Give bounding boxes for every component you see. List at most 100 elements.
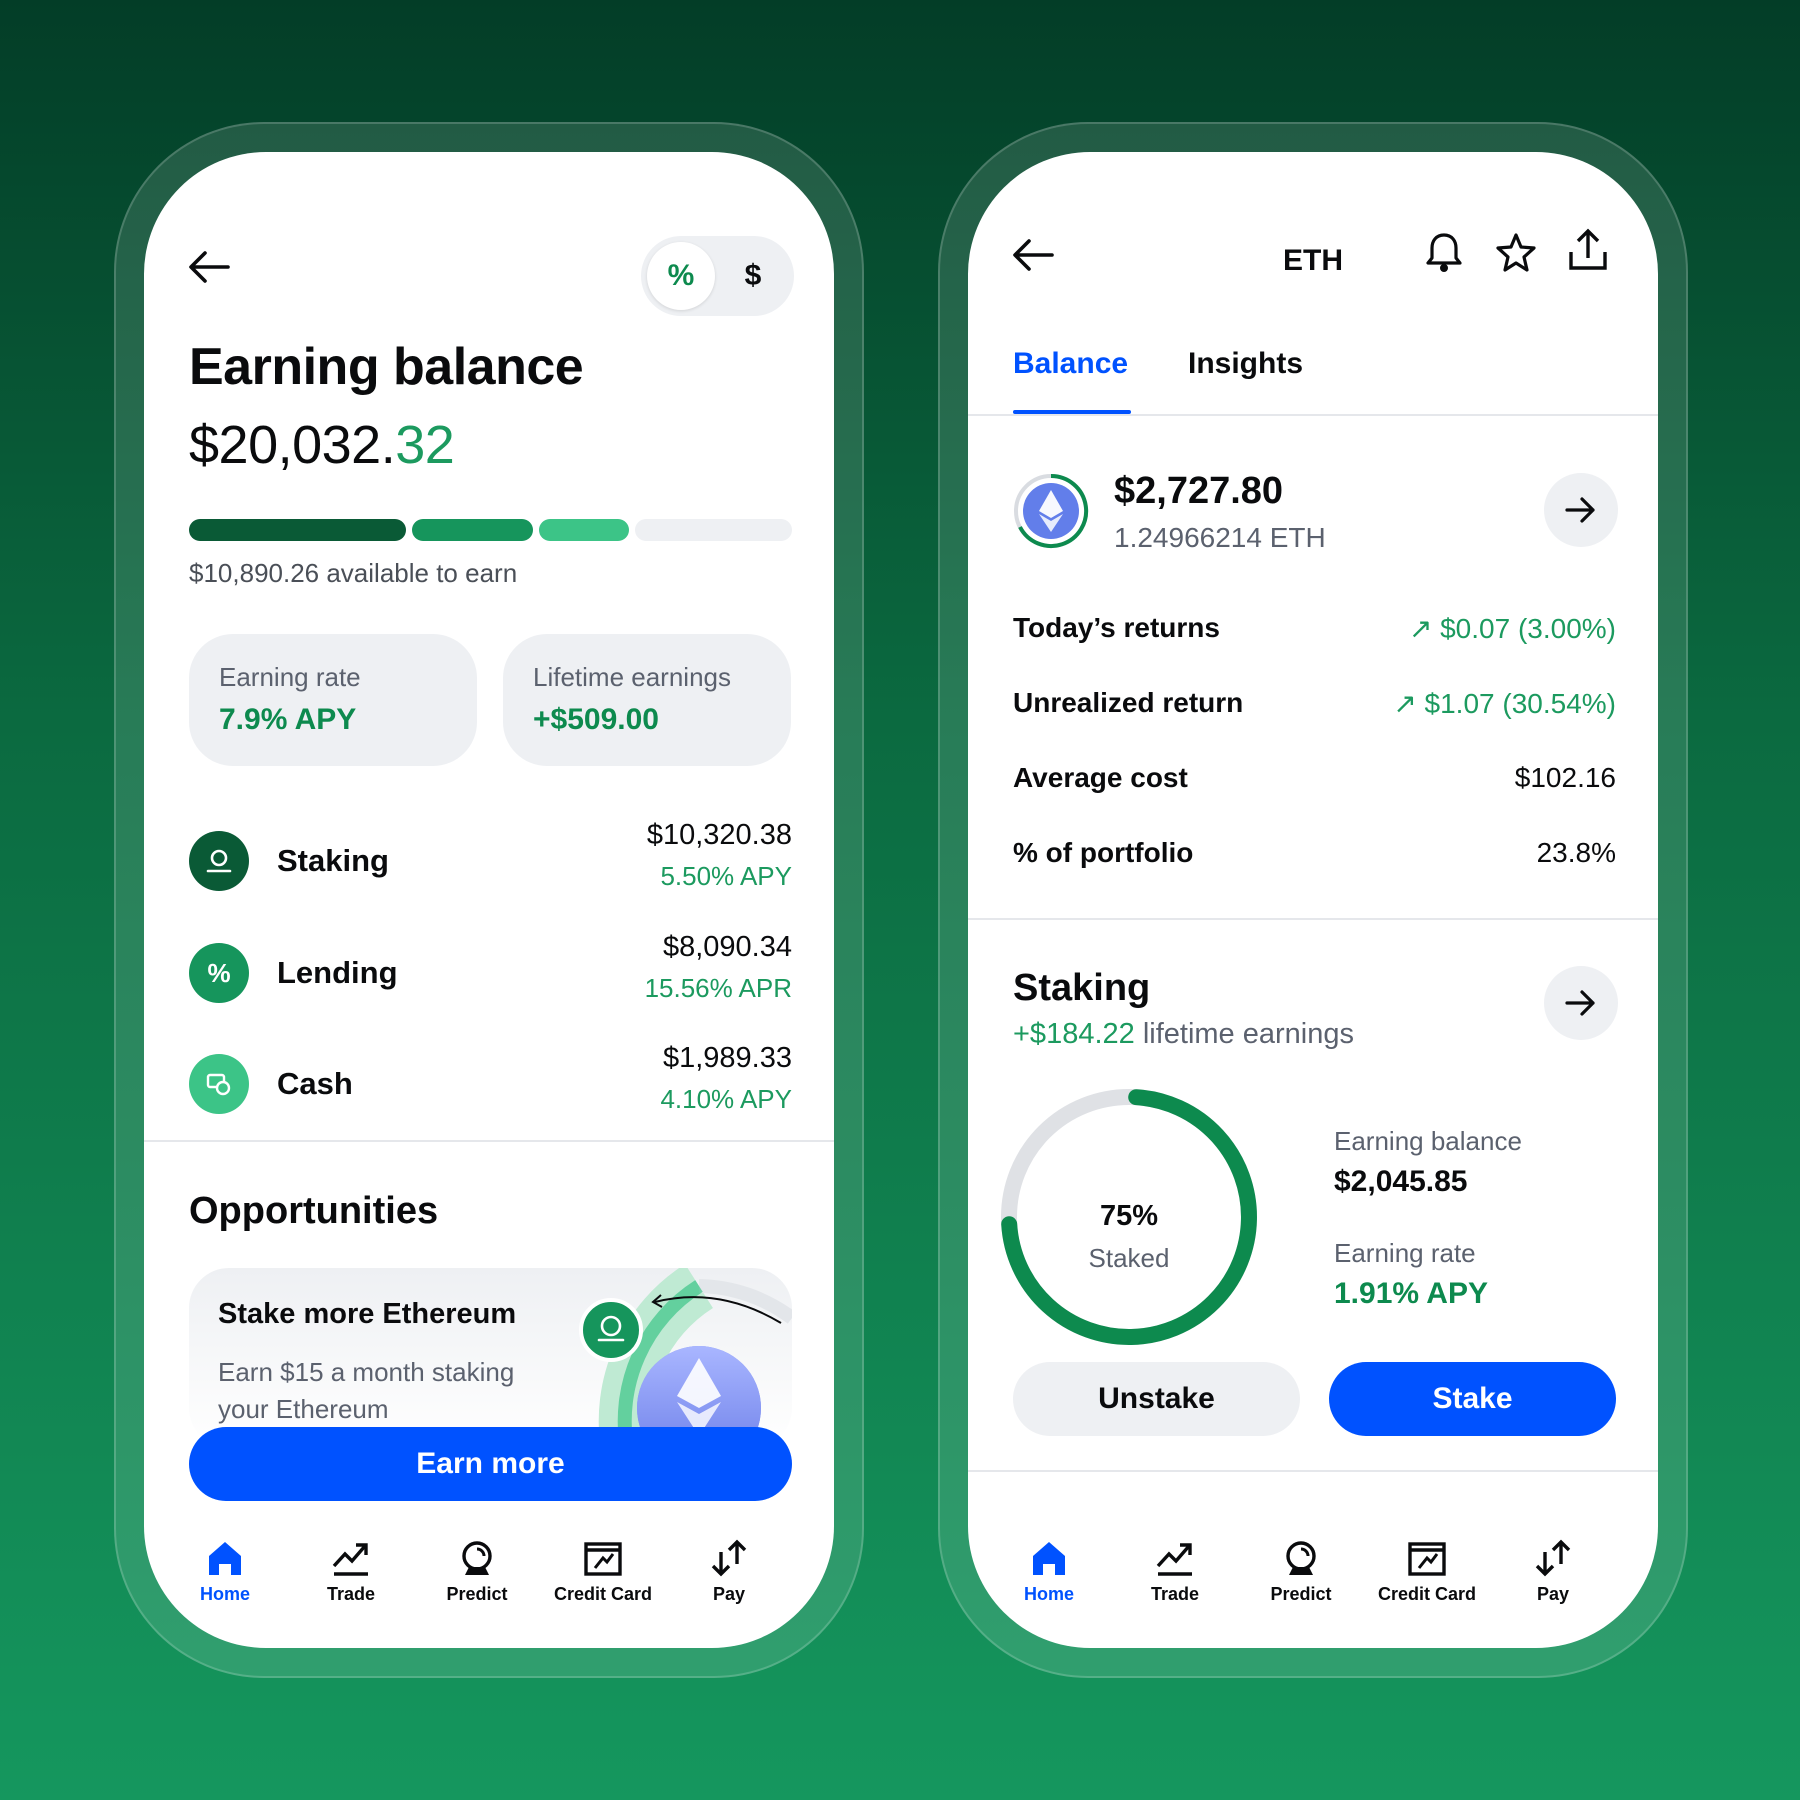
product-rate: 15.56% APR bbox=[644, 973, 792, 1003]
share-icon[interactable] bbox=[1564, 226, 1612, 274]
product-rate: 4.10% APY bbox=[660, 1084, 792, 1114]
tabs-divider bbox=[968, 414, 1658, 416]
product-row-cash[interactable]: Cash $1,989.33 4.10% APY bbox=[189, 1042, 792, 1126]
earning-rate-card: Earning rate 7.9% APY bbox=[189, 634, 477, 766]
tab-predict[interactable]: Predict bbox=[1238, 1532, 1364, 1605]
tab-predict[interactable]: Predict bbox=[414, 1532, 540, 1605]
asset-title: ETH bbox=[1283, 244, 1343, 277]
stat-value-text: $1.07 (30.54%) bbox=[1424, 688, 1616, 719]
progress-segment-available bbox=[635, 519, 792, 541]
tab-label: Trade bbox=[1150, 1584, 1200, 1604]
home-icon bbox=[986, 1532, 1112, 1578]
stat-value: ↗ $1.07 (30.54%) bbox=[1393, 687, 1616, 720]
tab-pay[interactable]: Pay bbox=[666, 1532, 792, 1605]
staking-illustration bbox=[579, 1268, 792, 1448]
bottom-tab-bar: Home Trade Predict Credit Card Pay bbox=[144, 1532, 834, 1632]
tab-label: Credit Card bbox=[553, 1584, 652, 1604]
available-to-earn: $10,890.26 available to earn bbox=[189, 558, 518, 588]
opportunities-title: Opportunities bbox=[189, 1190, 439, 1232]
crystal-ball-icon bbox=[414, 1532, 540, 1578]
tab-label: Pay bbox=[1536, 1584, 1570, 1604]
arrow-right-icon bbox=[1565, 990, 1595, 1016]
product-name: Cash bbox=[277, 1066, 353, 1101]
earning-balance-value: $2,045.85 bbox=[1334, 1165, 1468, 1198]
star-icon[interactable] bbox=[1492, 228, 1540, 276]
dollar-toggle-option[interactable]: $ bbox=[719, 242, 787, 310]
tab-insights[interactable]: Insights bbox=[1188, 347, 1303, 381]
stat-label: Unrealized return bbox=[1013, 687, 1244, 718]
unstake-button[interactable]: Unstake bbox=[1013, 1362, 1300, 1436]
bell-icon[interactable] bbox=[1420, 228, 1468, 276]
stat-row-portfolio-share: % of portfolio 23.8% bbox=[1013, 837, 1616, 877]
tab-balance[interactable]: Balance bbox=[1013, 347, 1128, 381]
ethereum-coin-icon bbox=[1014, 473, 1089, 548]
tab-label: Credit Card bbox=[1377, 1584, 1476, 1604]
product-amount: $8,090.34 bbox=[662, 931, 792, 963]
lifetime-amount: +$184.22 bbox=[1013, 1018, 1135, 1050]
staked-percent: 75% bbox=[1099, 1200, 1159, 1232]
cash-icon bbox=[189, 1054, 249, 1114]
tab-home[interactable]: Home bbox=[986, 1532, 1112, 1605]
lifetime-earnings-card: Lifetime earnings +$509.00 bbox=[503, 634, 791, 766]
progress-segment-staking bbox=[189, 519, 407, 541]
credit-card-icon bbox=[540, 1532, 666, 1578]
earning-rate-value: 1.91% APY bbox=[1334, 1277, 1488, 1310]
tab-credit-card[interactable]: Credit Card bbox=[1364, 1532, 1490, 1605]
trade-chart-icon bbox=[1112, 1532, 1238, 1578]
tab-trade[interactable]: Trade bbox=[1112, 1532, 1238, 1605]
promo-subtitle: Earn $15 a month staking your Ethereum bbox=[218, 1357, 515, 1424]
trade-chart-icon bbox=[288, 1532, 414, 1578]
page-title: Earning balance bbox=[189, 338, 584, 396]
tab-credit-card[interactable]: Credit Card bbox=[540, 1532, 666, 1605]
stat-value-text: $0.07 (3.00%) bbox=[1440, 613, 1616, 644]
tab-trade[interactable]: Trade bbox=[288, 1532, 414, 1605]
eth-balance-quantity: 1.24966214 ETH bbox=[1114, 522, 1326, 553]
donut-center-label: 75% Staked bbox=[1044, 1200, 1214, 1274]
credit-card-icon bbox=[1364, 1532, 1490, 1578]
trend-up-icon: ↗ bbox=[1393, 688, 1425, 719]
stat-row-todays-returns: Today’s returns ↗ $0.07 (3.00%) bbox=[1013, 612, 1616, 652]
progress-segment-cash bbox=[538, 519, 630, 541]
stake-button[interactable]: Stake bbox=[1329, 1362, 1616, 1436]
balance-detail-button[interactable] bbox=[1544, 473, 1618, 547]
stat-value: 23.8% bbox=[1536, 837, 1616, 868]
staking-icon bbox=[189, 831, 249, 891]
product-name: Lending bbox=[277, 955, 398, 990]
product-amount: $1,989.33 bbox=[662, 1042, 792, 1074]
back-arrow-icon[interactable] bbox=[184, 242, 234, 292]
tab-label: Home bbox=[199, 1584, 250, 1604]
stat-value: ↗ $0.07 (3.00%) bbox=[1409, 612, 1616, 645]
earning-rate-label: Earning rate bbox=[219, 662, 361, 692]
eth-asset-screen: ETH Balance Insights $2,727.80 1.2496621… bbox=[968, 152, 1658, 1648]
staking-section-title: Staking bbox=[1013, 967, 1151, 1009]
product-rate: 5.50% APY bbox=[660, 861, 792, 891]
unit-toggle[interactable]: % $ bbox=[641, 236, 794, 316]
stat-row-unrealized-return: Unrealized return ↗ $1.07 (30.54%) bbox=[1013, 687, 1616, 727]
amount-cents: 32 bbox=[395, 415, 455, 475]
earn-more-button[interactable]: Earn more bbox=[189, 1427, 792, 1501]
tab-label: Trade bbox=[326, 1584, 376, 1604]
right-phone-frame: ETH Balance Insights $2,727.80 1.2496621… bbox=[938, 122, 1688, 1678]
product-row-staking[interactable]: Staking $10,320.38 5.50% APY bbox=[189, 819, 792, 903]
section-divider bbox=[968, 1470, 1658, 1472]
stat-label: Average cost bbox=[1013, 762, 1188, 793]
percent-toggle-option[interactable]: % bbox=[647, 242, 715, 310]
trend-up-icon: ↗ bbox=[1408, 613, 1441, 644]
tab-home[interactable]: Home bbox=[162, 1532, 288, 1605]
stake-ethereum-promo-card[interactable]: Stake more Ethereum Earn $15 a month sta… bbox=[189, 1268, 792, 1448]
earning-balance-label: Earning balance bbox=[1334, 1126, 1522, 1156]
product-row-lending[interactable]: % Lending $8,090.34 15.56% APR bbox=[189, 931, 792, 1015]
back-arrow-icon[interactable] bbox=[1008, 230, 1058, 280]
staking-detail-button[interactable] bbox=[1544, 966, 1618, 1040]
lifetime-earnings-label: Lifetime earnings bbox=[533, 662, 731, 692]
product-amount: $10,320.38 bbox=[646, 819, 792, 851]
crystal-ball-icon bbox=[1238, 1532, 1364, 1578]
left-phone-frame: % $ Earning balance $20,032.32 $10,890.2… bbox=[114, 122, 864, 1678]
tab-pay[interactable]: Pay bbox=[1490, 1532, 1616, 1605]
tab-label: Home bbox=[1023, 1584, 1074, 1604]
earning-balance-screen: % $ Earning balance $20,032.32 $10,890.2… bbox=[144, 152, 834, 1648]
amount-main: $20,032. bbox=[189, 415, 396, 475]
staked-label: Staked bbox=[1088, 1243, 1170, 1273]
product-name: Staking bbox=[277, 843, 389, 878]
lifetime-label: lifetime earnings bbox=[1134, 1018, 1354, 1050]
